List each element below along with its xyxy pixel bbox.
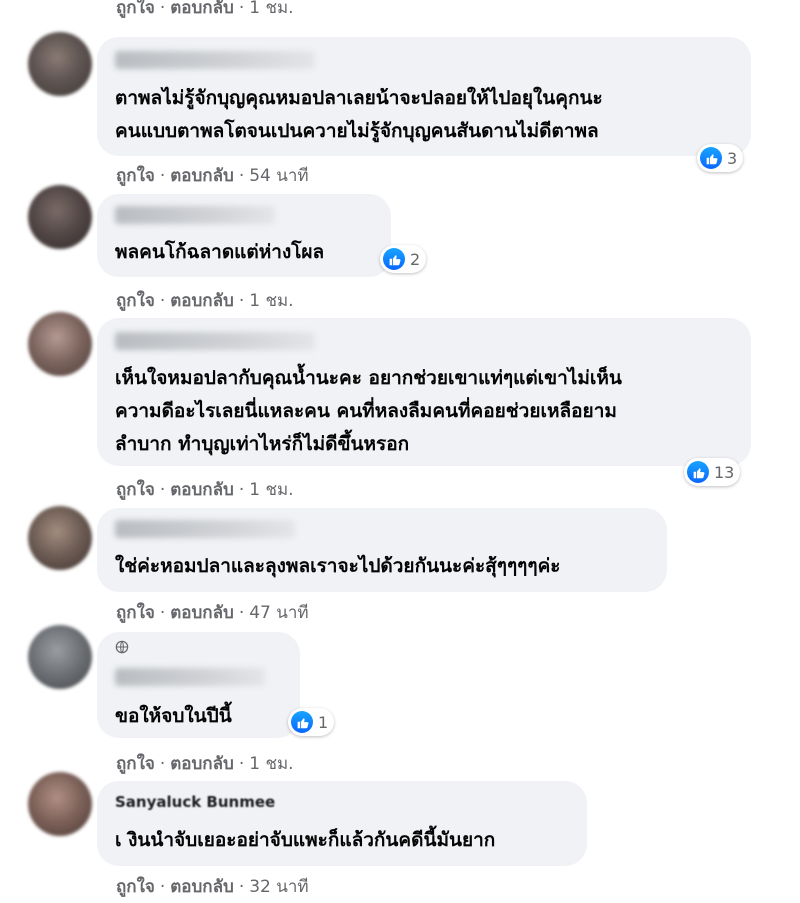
- comment-time[interactable]: 47 นาที: [249, 603, 308, 623]
- reply-link[interactable]: ตอบกลับ: [170, 480, 234, 500]
- avatar[interactable]: [28, 185, 92, 249]
- globe-icon: [115, 640, 129, 658]
- comment-actions: ถูกใจ · ตอบกลับ · 32 นาที: [116, 873, 309, 900]
- separator: ·: [238, 603, 245, 623]
- separator: ·: [159, 603, 166, 623]
- comment-bubble: เห็นใจหมอปลากับคุณน้ำนะคะ อยากช่วยเขาแท่…: [97, 318, 751, 466]
- like-link[interactable]: ถูกใจ: [116, 603, 155, 623]
- like-link[interactable]: ถูกใจ: [116, 0, 155, 18]
- like-link[interactable]: ถูกใจ: [116, 166, 155, 186]
- reaction-badge[interactable]: 13: [684, 458, 741, 486]
- reaction-count: 3: [727, 148, 738, 168]
- comment-actions: ถูกใจ · ตอบกลับ · 1 ชม.: [116, 750, 294, 777]
- comment-text-line: ลำบาก ทำบุญเท่าไหร่ก็ไม่ดีขึ้นหรอก: [115, 433, 410, 455]
- avatar[interactable]: [28, 772, 92, 836]
- reply-link[interactable]: ตอบกลับ: [170, 754, 234, 774]
- reply-link[interactable]: ตอบกลับ: [170, 877, 234, 897]
- comment-text-line: ความดีอะไรเลยนี่แหละคน คนที่หลงลืมคนที่ค…: [115, 400, 617, 422]
- author-name-blurred[interactable]: [115, 668, 265, 686]
- separator: ·: [238, 877, 245, 897]
- comment-text-line: ใช่ค่ะหอมปลาและลุงพลเราจะไปด้วยกันนะค่ะส…: [115, 555, 561, 577]
- comment-text-line: ตาพลไม่รู้จักบุญคุณหมอปลาเลยน้าจะปลอยให้…: [115, 87, 603, 109]
- reaction-badge[interactable]: 1: [288, 708, 335, 736]
- comment-time[interactable]: 1 ชม.: [249, 754, 293, 774]
- reaction-count: 2: [410, 249, 421, 269]
- thumbs-up-icon: [687, 461, 709, 483]
- separator: ·: [238, 480, 245, 500]
- reaction-count: 1: [318, 712, 329, 732]
- thumbs-up-icon: [291, 711, 313, 733]
- like-link[interactable]: ถูกใจ: [116, 877, 155, 897]
- comment-text-line: ขอให้จบในปีนี้: [115, 705, 232, 727]
- author-name[interactable]: Sanyaluck Bunmee: [115, 793, 275, 811]
- separator: ·: [238, 754, 245, 774]
- comment-time[interactable]: 1 ชม.: [249, 480, 293, 500]
- comment-actions: ถูกใจ · ตอบกลับ · 54 นาที: [116, 162, 309, 189]
- comment-time[interactable]: 1 ชม.: [249, 0, 293, 18]
- comment-bubble: Sanyaluck Bunmee เ งินนำจับเยอะอย่าจับแพ…: [97, 781, 587, 866]
- separator: ·: [159, 0, 166, 18]
- comment-text-line: เห็นใจหมอปลากับคุณน้ำนะคะ อยากช่วยเขาแท่…: [115, 367, 622, 389]
- thumbs-up-icon: [383, 248, 405, 270]
- reply-link[interactable]: ตอบกลับ: [170, 603, 234, 623]
- comment-time[interactable]: 1 ชม.: [249, 291, 293, 311]
- comment-actions: ถูกใจ · ตอบกลับ · 1 ชม.: [116, 287, 294, 314]
- comment-actions: ถูกใจ · ตอบกลับ · 47 นาที: [116, 599, 309, 626]
- reaction-badge[interactable]: 3: [697, 144, 744, 172]
- like-link[interactable]: ถูกใจ: [116, 754, 155, 774]
- avatar[interactable]: [28, 32, 92, 96]
- reply-link[interactable]: ตอบกลับ: [170, 166, 234, 186]
- avatar[interactable]: [28, 312, 92, 376]
- comment-bubble: ขอให้จบในปีนี้: [97, 632, 300, 738]
- author-name-blurred[interactable]: [115, 51, 315, 69]
- comment-time[interactable]: 32 นาที: [249, 877, 308, 897]
- separator: ·: [159, 480, 166, 500]
- separator: ·: [159, 291, 166, 311]
- author-name-blurred[interactable]: [115, 520, 295, 538]
- author-name-blurred[interactable]: [115, 332, 315, 350]
- reply-link[interactable]: ตอบกลับ: [170, 291, 234, 311]
- reaction-badge[interactable]: 2: [380, 245, 427, 273]
- comment-actions: ถูกใจ · ตอบกลับ · 1 ชม.: [116, 0, 294, 21]
- comment-text-line: เ งินนำจับเยอะอย่าจับแพะก็แล้วกันคดีนี้ม…: [115, 829, 496, 851]
- avatar[interactable]: [28, 625, 92, 689]
- comment-time[interactable]: 54 นาที: [249, 166, 308, 186]
- separator: ·: [238, 166, 245, 186]
- comment-bubble: พลคนโก้ฉลาดแต่ห่างโผล: [97, 194, 391, 277]
- comment-text-line: พลคนโก้ฉลาดแต่ห่างโผล: [115, 241, 325, 263]
- reply-link[interactable]: ตอบกลับ: [170, 0, 234, 18]
- like-link[interactable]: ถูกใจ: [116, 480, 155, 500]
- separator: ·: [159, 877, 166, 897]
- separator: ·: [159, 166, 166, 186]
- separator: ·: [238, 0, 245, 18]
- avatar[interactable]: [28, 506, 92, 570]
- like-link[interactable]: ถูกใจ: [116, 291, 155, 311]
- thumbs-up-icon: [700, 147, 722, 169]
- comment-actions: ถูกใจ · ตอบกลับ · 1 ชม.: [116, 476, 294, 503]
- comment-text-line: คนแบบตาพลโตจนเปนควายไม่รู้จักบุญคนสันดาน…: [115, 120, 599, 142]
- comment-bubble: ใช่ค่ะหอมปลาและลุงพลเราจะไปด้วยกันนะค่ะส…: [97, 508, 667, 592]
- author-name-blurred[interactable]: [115, 206, 275, 224]
- separator: ·: [159, 754, 166, 774]
- separator: ·: [238, 291, 245, 311]
- reaction-count: 13: [714, 462, 735, 482]
- comment-bubble: ตาพลไม่รู้จักบุญคุณหมอปลาเลยน้าจะปลอยให้…: [97, 37, 751, 156]
